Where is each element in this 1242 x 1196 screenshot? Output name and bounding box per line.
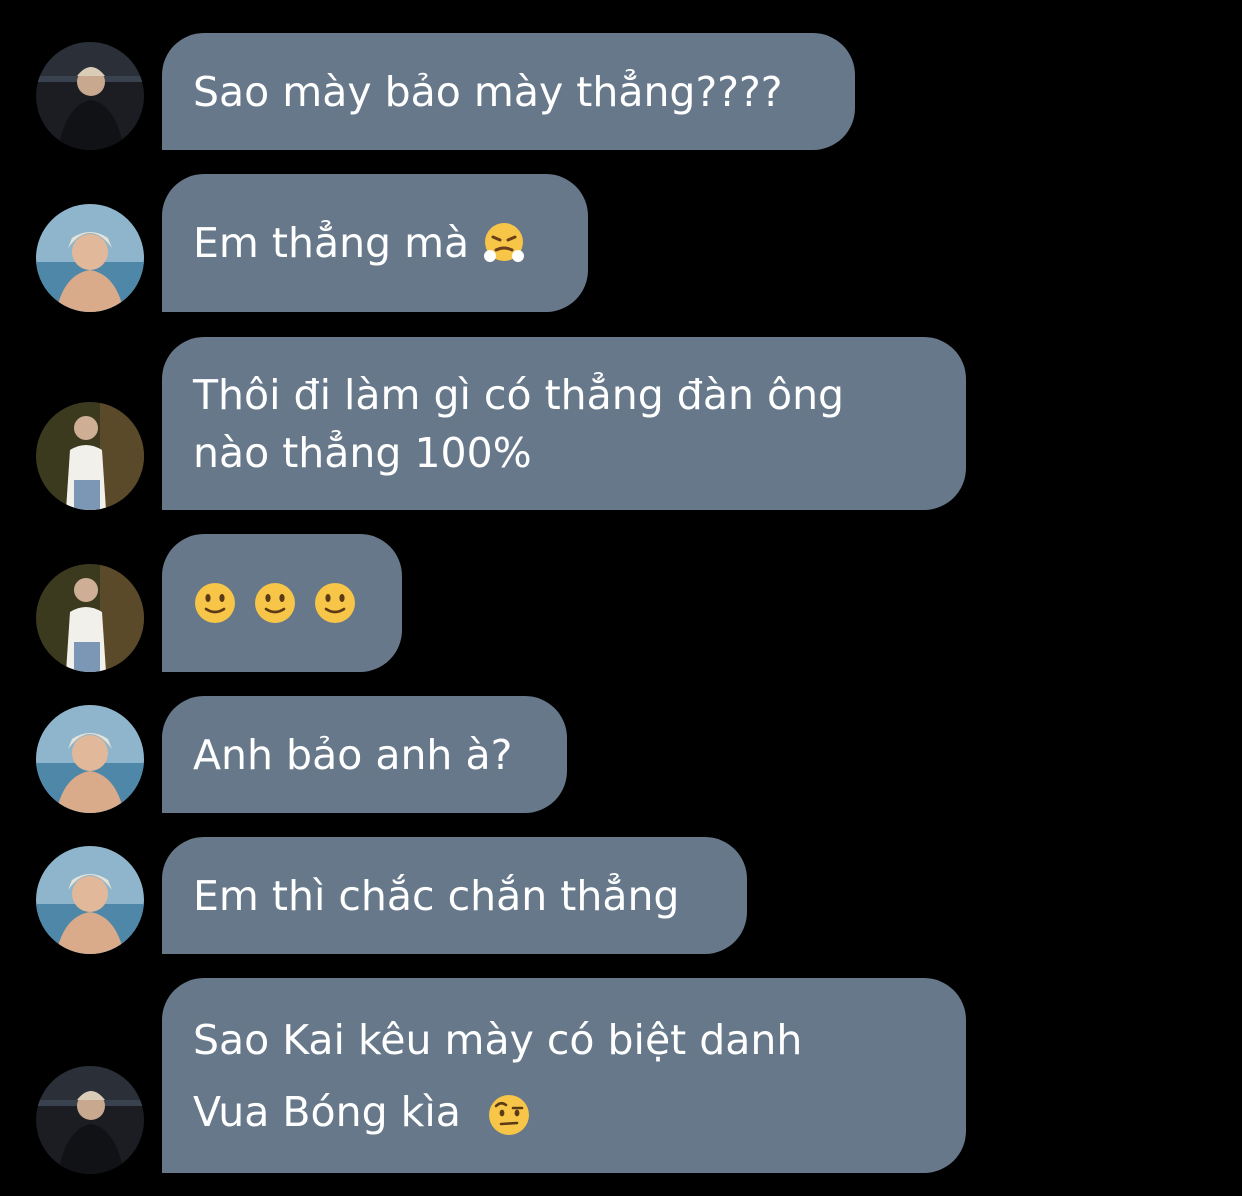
avatar-beach-photo — [36, 204, 144, 312]
message-text-line: Thôi đi làm gì có thẳng đàn ông — [193, 370, 845, 419]
avatar[interactable] — [36, 1066, 144, 1174]
message-bubble[interactable]: Sao mày bảo mày thẳng???? — [162, 33, 855, 150]
message-bubble[interactable]: Thôi đi làm gì có thẳng đàn ông nào thẳn… — [162, 337, 966, 510]
avatar-dark-photo — [36, 1066, 144, 1174]
message-text-line: nào thẳng 100% — [193, 428, 532, 477]
slightly-smiling-face-emoji — [253, 581, 297, 625]
message-bubble[interactable]: Em thì chắc chắn thẳng — [162, 837, 747, 954]
message-bubble[interactable]: Sao Kai kêu mày có biệt danh Vua Bóng kì… — [162, 978, 966, 1173]
message-bubble[interactable]: Em thẳng mà — [162, 174, 588, 312]
message-text-line: Vua Bóng kìa — [193, 1087, 461, 1136]
avatar[interactable] — [36, 402, 144, 510]
message-text: Em thì chắc chắn thẳng — [193, 871, 680, 920]
avatar[interactable] — [36, 564, 144, 672]
face-with-steam-emoji — [481, 220, 527, 266]
avatar-beach-photo — [36, 846, 144, 954]
avatar[interactable] — [36, 204, 144, 312]
message-text: Anh bảo anh à? — [193, 730, 513, 779]
avatar[interactable] — [36, 705, 144, 813]
avatar-beach-photo — [36, 705, 144, 813]
avatar[interactable] — [36, 42, 144, 150]
message-text-line: Sao Kai kêu mày có biệt danh — [193, 1015, 803, 1064]
avatar-white-shirt-photo — [36, 402, 144, 510]
message-text: Em thẳng mà — [193, 219, 470, 267]
message-bubble[interactable] — [162, 534, 402, 672]
slightly-smiling-face-emoji — [313, 581, 357, 625]
message-bubble[interactable]: Anh bảo anh à? — [162, 696, 567, 813]
slightly-smiling-face-emoji — [193, 581, 237, 625]
face-with-raised-eyebrow-emoji — [486, 1092, 532, 1138]
avatar-dark-photo — [36, 42, 144, 150]
avatar-white-shirt-photo — [36, 564, 144, 672]
avatar[interactable] — [36, 846, 144, 954]
message-text: Sao mày bảo mày thẳng???? — [193, 67, 783, 116]
